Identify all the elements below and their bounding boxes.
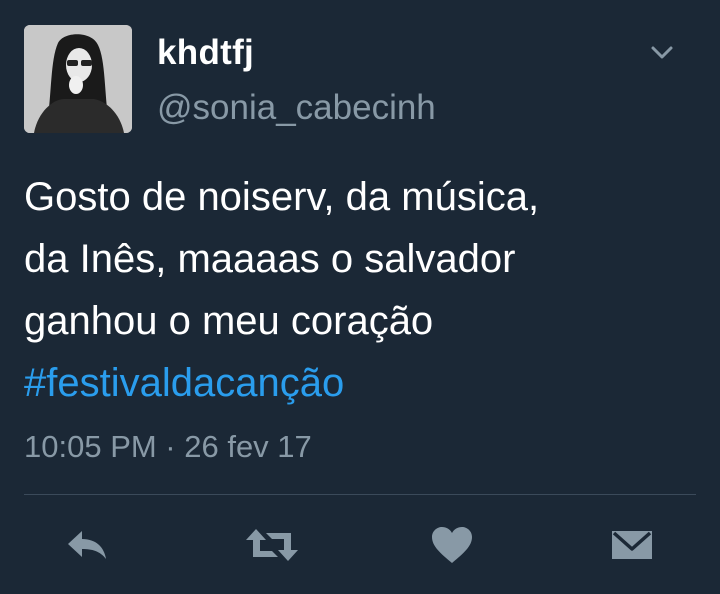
- hashtag-link[interactable]: #festivaldacanção: [24, 352, 694, 414]
- direct-message-button[interactable]: [606, 522, 658, 568]
- tweet-timestamp: 10:05 PM · 26 fev 17: [24, 429, 312, 464]
- tweet-text: Gosto de noiserv, da música, da Inês, ma…: [24, 166, 694, 414]
- reply-button[interactable]: [62, 522, 114, 568]
- heart-icon: [432, 527, 472, 563]
- like-button[interactable]: [426, 522, 478, 568]
- tweet-text-line: da Inês, maaaas o salvador: [24, 237, 516, 281]
- avatar[interactable]: [24, 25, 132, 133]
- chevron-down-icon: [651, 46, 673, 59]
- reply-icon: [68, 531, 106, 559]
- tweet-text-line: Gosto de noiserv, da música,: [24, 175, 540, 219]
- envelope-icon: [612, 531, 652, 559]
- tweet-text-line: ganhou o meu coração: [24, 299, 434, 343]
- more-options-button[interactable]: [648, 40, 676, 64]
- display-name[interactable]: khdtfj: [157, 33, 254, 73]
- user-handle[interactable]: @sonia_cabecinh: [157, 88, 436, 128]
- retweet-button[interactable]: [244, 522, 300, 568]
- tweet-card: khdtfj @sonia_cabecinh Gosto de noiserv,…: [0, 0, 720, 594]
- retweet-icon: [246, 529, 298, 561]
- divider: [24, 494, 696, 495]
- avatar-photo: [24, 25, 132, 133]
